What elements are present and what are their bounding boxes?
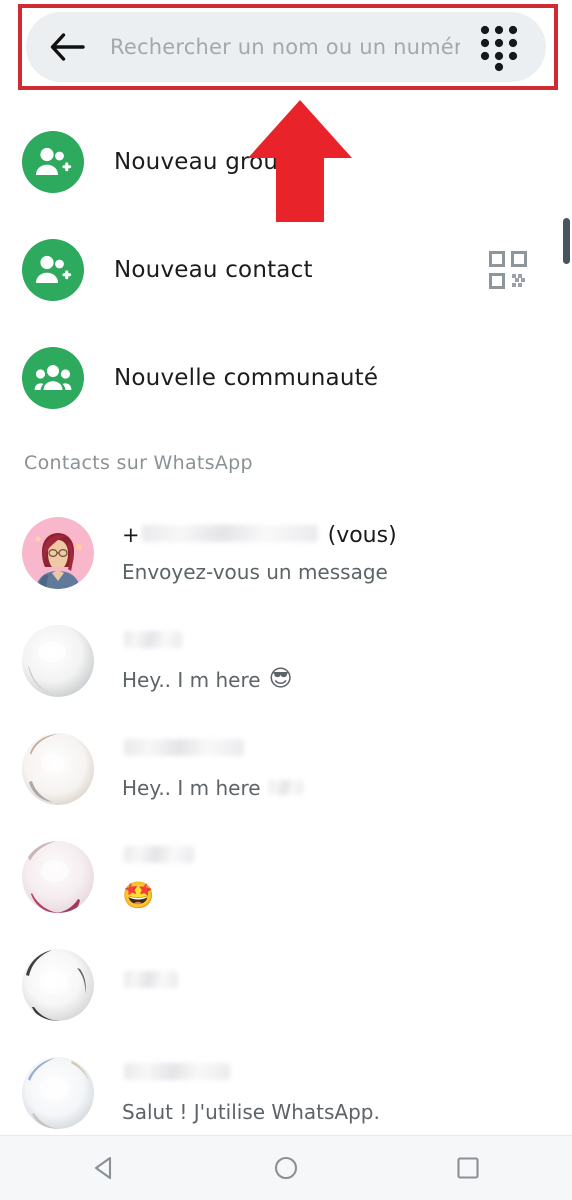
contact-name (122, 971, 180, 999)
avatar (22, 733, 94, 805)
contact-status: Hey.. I m here 😎 (122, 668, 293, 692)
avatar (22, 841, 94, 913)
contact-name (122, 845, 196, 874)
section-header-contacts: Contacts sur WhatsApp (24, 452, 253, 474)
contact-row[interactable] (0, 932, 572, 1038)
avatar (22, 949, 94, 1021)
new-group-icon (22, 131, 84, 193)
home-nav-icon[interactable] (238, 1136, 334, 1200)
contact-status-text: Hey.. I m here (122, 775, 261, 800)
back-arrow-icon[interactable] (40, 19, 96, 75)
action-label: Nouveau contact (114, 257, 313, 283)
scrollbar-track[interactable] (563, 100, 572, 1120)
back-nav-icon[interactable] (56, 1136, 152, 1200)
contact-status-text: Envoyez-vous un message (122, 559, 388, 584)
contact-name (122, 1062, 380, 1091)
contact-name: + (vous) (122, 523, 397, 551)
recents-nav-icon[interactable] (420, 1136, 516, 1200)
contact-row[interactable]: 🤩 (0, 824, 572, 930)
contact-name (122, 738, 305, 767)
avatar (22, 517, 94, 589)
search-bar[interactable] (26, 12, 546, 82)
qr-code-icon[interactable] (488, 250, 528, 290)
action-new-contact[interactable]: Nouveau contact (0, 216, 572, 324)
contact-row[interactable]: + (vous) Envoyez-vous un message (0, 500, 572, 606)
contact-status: Salut ! J'utilise WhatsApp. (122, 1100, 380, 1124)
redacted-name (124, 845, 194, 863)
avatar (22, 1057, 94, 1129)
redacted-name (124, 971, 178, 988)
search-input[interactable] (96, 35, 468, 59)
action-new-community[interactable]: Nouvelle communauté (0, 324, 572, 432)
contact-status-text: Salut ! J'utilise WhatsApp. (122, 1099, 380, 1124)
contact-text (122, 971, 180, 999)
action-label: Nouvelle communauté (114, 365, 379, 391)
contact-status: Hey.. I m here (122, 776, 305, 800)
new-contact-icon (22, 239, 84, 301)
contact-name-prefix: + (122, 522, 140, 547)
status-emoji: 🤩 (122, 880, 155, 911)
contact-row[interactable]: Salut ! J'utilise WhatsApp. (0, 1040, 572, 1146)
dialpad-icon[interactable] (468, 16, 530, 78)
contact-name (122, 630, 293, 659)
action-label: Nouveau groupe (114, 149, 308, 175)
redacted-name (141, 524, 318, 542)
contact-name-suffix: (vous) (327, 522, 397, 548)
redacted-name (124, 1062, 230, 1080)
redacted-status-tail (268, 780, 303, 795)
redacted-name (124, 630, 182, 648)
action-new-group[interactable]: Nouveau groupe (0, 108, 572, 216)
contact-status: 🤩 (122, 883, 196, 909)
new-community-icon (22, 347, 84, 409)
status-emoji: 😎 (268, 666, 293, 692)
contact-status: Envoyez-vous un message (122, 560, 397, 584)
whatsapp-new-chat-screen: Nouveau groupe Nouveau contact (0, 0, 572, 1200)
scrollbar-thumb[interactable] (563, 218, 570, 264)
contact-text: 🤩 (122, 845, 196, 909)
search-header (0, 0, 572, 96)
contact-status-text: Hey.. I m here (122, 667, 261, 692)
avatar (22, 625, 94, 697)
contact-text: + (vous) Envoyez-vous un message (122, 523, 397, 584)
contact-text: Salut ! J'utilise WhatsApp. (122, 1062, 380, 1124)
contact-text: Hey.. I m here (122, 738, 305, 800)
contact-text: Hey.. I m here 😎 (122, 630, 293, 692)
android-nav-bar (0, 1136, 572, 1200)
redacted-name (124, 738, 244, 756)
contact-row[interactable]: Hey.. I m here (0, 716, 572, 822)
contact-row[interactable]: Hey.. I m here 😎 (0, 608, 572, 714)
